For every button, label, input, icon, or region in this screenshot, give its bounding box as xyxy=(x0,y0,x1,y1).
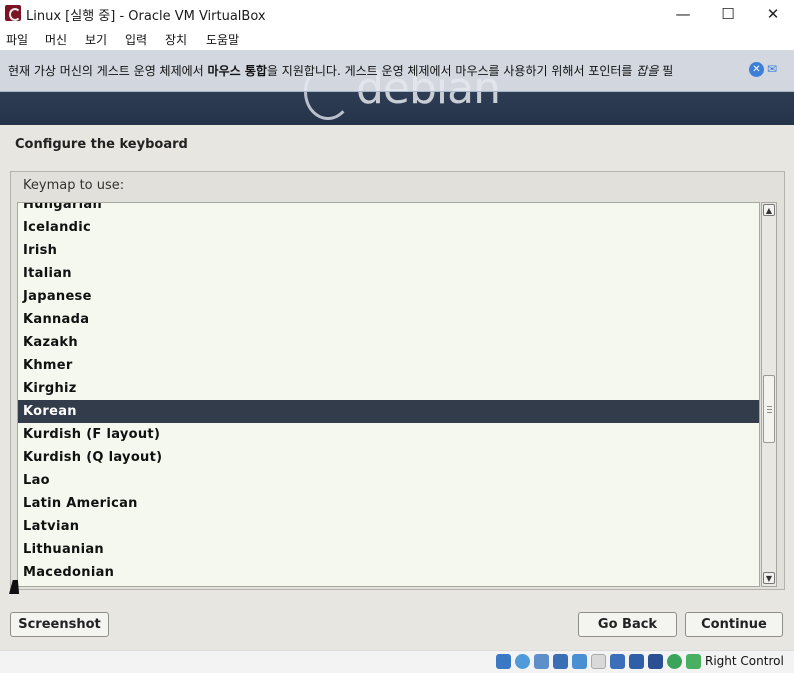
page-title: Configure the keyboard xyxy=(15,137,188,152)
hard-disk-icon[interactable] xyxy=(496,654,511,669)
list-item[interactable]: Latvian xyxy=(18,515,759,538)
audio-icon[interactable] xyxy=(534,654,549,669)
notification-mute-icon[interactable]: ✉ xyxy=(767,62,783,77)
scroll-down-arrow-icon[interactable]: ▼ xyxy=(763,572,775,584)
vm-display[interactable]: debian 현재 가상 머신의 게스트 운영 체제에서 마우스 통합을 지원합… xyxy=(0,50,794,650)
scrollbar-grip xyxy=(767,406,772,407)
list-item[interactable]: Khmer xyxy=(18,354,759,377)
list-item[interactable]: Hungarian xyxy=(18,203,759,216)
list-item[interactable]: Kannada xyxy=(18,308,759,331)
keymap-scrollbar[interactable]: ▲ ▼ xyxy=(761,202,777,587)
list-item[interactable]: Icelandic xyxy=(18,216,759,239)
list-item[interactable]: Lithuanian xyxy=(18,538,759,561)
screenshot-button[interactable]: Screenshot xyxy=(10,612,109,637)
window-title: Linux [실행 중] - Oracle VM VirtualBox xyxy=(26,9,266,24)
list-item[interactable]: Kurdish (F layout) xyxy=(18,423,759,446)
vm-statusbar: Right Control xyxy=(0,650,794,673)
mouse-pointer-icon xyxy=(9,580,23,594)
menu-input[interactable]: 입력 xyxy=(125,31,147,48)
menu-devices[interactable]: 장치 xyxy=(165,31,187,48)
go-back-button[interactable]: Go Back xyxy=(578,612,677,637)
close-button[interactable]: ✕ xyxy=(750,0,794,28)
menu-help[interactable]: 도움말 xyxy=(206,31,239,48)
window-titlebar[interactable]: Linux [실행 중] - Oracle VM VirtualBox — ☐ … xyxy=(0,0,794,28)
list-item[interactable]: Lao xyxy=(18,469,759,492)
notification-text: 현재 가상 머신의 게스트 운영 체제에서 마우스 통합을 지원합니다. 게스트… xyxy=(8,64,674,78)
list-item[interactable]: Kirghiz xyxy=(18,377,759,400)
mouse-integration-notification: 현재 가상 머신의 게스트 운영 체제에서 마우스 통합을 지원합니다. 게스트… xyxy=(0,50,794,92)
video-capture-icon[interactable] xyxy=(629,654,644,669)
virtualbox-icon xyxy=(5,5,21,21)
keymap-panel: Keymap to use: Hungarian Icelandic Irish It… xyxy=(10,171,785,590)
notification-close-icon[interactable]: ✕ xyxy=(749,62,764,77)
list-item[interactable]: Kurdish (Q layout) xyxy=(18,446,759,469)
list-item[interactable]: Irish xyxy=(18,239,759,262)
list-item[interactable]: Japanese xyxy=(18,285,759,308)
host-key-label: Right Control xyxy=(705,654,784,668)
list-item[interactable]: Italian xyxy=(18,262,759,285)
list-item[interactable]: Kazakh xyxy=(18,331,759,354)
menu-view[interactable]: 보기 xyxy=(85,31,107,48)
list-item-selected[interactable]: Korean xyxy=(18,400,759,423)
scrollbar-grip xyxy=(767,412,772,413)
continue-button[interactable]: Continue xyxy=(685,612,783,637)
minimize-button[interactable]: — xyxy=(660,0,706,28)
mouse-integration-icon[interactable] xyxy=(686,654,701,669)
menu-file[interactable]: 파일 xyxy=(6,31,28,48)
cpu-icon[interactable] xyxy=(667,654,682,669)
usb-icon[interactable] xyxy=(572,654,587,669)
recording-icon[interactable] xyxy=(648,654,663,669)
optical-drive-icon[interactable] xyxy=(515,654,530,669)
keymap-label: Keymap to use: xyxy=(23,178,125,193)
network-icon[interactable] xyxy=(553,654,568,669)
menubar: 파일 머신 보기 입력 장치 도움말 xyxy=(0,28,794,50)
scroll-up-arrow-icon[interactable]: ▲ xyxy=(763,204,775,216)
scrollbar-grip xyxy=(767,409,772,410)
keymap-list[interactable]: Hungarian Icelandic Irish Italian Japanese Ka… xyxy=(17,202,760,587)
menu-machine[interactable]: 머신 xyxy=(45,31,67,48)
list-item[interactable]: Macedonian xyxy=(18,561,759,584)
display-icon[interactable] xyxy=(610,654,625,669)
maximize-button[interactable]: ☐ xyxy=(705,0,751,28)
keymap-list-items: Hungarian Icelandic Irish Italian Japanese Ka… xyxy=(18,203,759,584)
list-item[interactable]: Latin American xyxy=(18,492,759,515)
shared-folder-icon[interactable] xyxy=(591,654,606,669)
scrollbar-thumb[interactable] xyxy=(763,375,775,443)
